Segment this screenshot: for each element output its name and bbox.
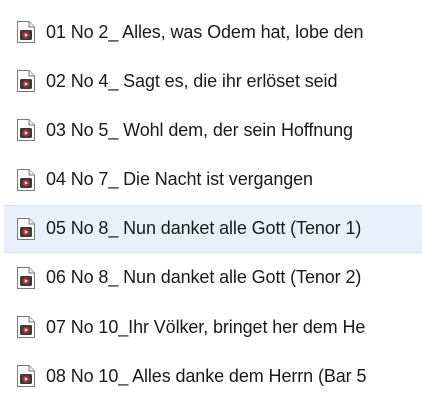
file-name: 01 No 2_ Alles, was Odem hat, lobe den <box>46 21 364 42</box>
file-name: 02 No 4_ Sagt es, die ihr erlöset seid <box>46 70 338 91</box>
file-list: 01 No 2_ Alles, was Odem hat, lobe den 0… <box>0 8 422 402</box>
file-name: 08 No 10_ Alles danke dem Herrn (Bar 5 <box>46 365 367 386</box>
file-row[interactable]: 07 No 10_Ihr Völker, bringet her dem He <box>0 303 422 351</box>
file-row[interactable]: 03 No 5_ Wohl dem, der sein Hoffnung <box>0 106 422 154</box>
file-row[interactable]: 04 No 7_ Die Nacht ist vergangen <box>0 156 422 204</box>
media-file-icon <box>16 217 36 241</box>
file-name: 07 No 10_Ihr Völker, bringet her dem He <box>46 316 366 337</box>
media-file-icon <box>16 315 36 339</box>
media-file-icon <box>16 118 36 142</box>
media-file-icon <box>16 168 36 192</box>
file-name: 05 No 8_ Nun danket alle Gott (Tenor 1) <box>46 218 362 239</box>
file-row[interactable]: 08 No 10_ Alles danke dem Herrn (Bar 5 <box>0 352 422 400</box>
media-file-icon <box>16 266 36 290</box>
file-name: 06 No 8_ Nun danket alle Gott (Tenor 2) <box>46 267 362 288</box>
media-file-icon <box>16 364 36 388</box>
file-name: 03 No 5_ Wohl dem, der sein Hoffnung <box>46 119 353 140</box>
file-row-selected[interactable]: 05 No 8_ Nun danket alle Gott (Tenor 1) <box>4 204 422 253</box>
file-row[interactable]: 06 No 8_ Nun danket alle Gott (Tenor 2) <box>0 254 422 302</box>
media-file-icon <box>16 20 36 44</box>
file-row[interactable]: 02 No 4_ Sagt es, die ihr erlöset seid <box>0 57 422 105</box>
file-name: 04 No 7_ Die Nacht ist vergangen <box>46 169 313 190</box>
file-row[interactable]: 01 No 2_ Alles, was Odem hat, lobe den <box>0 8 422 56</box>
media-file-icon <box>16 69 36 93</box>
